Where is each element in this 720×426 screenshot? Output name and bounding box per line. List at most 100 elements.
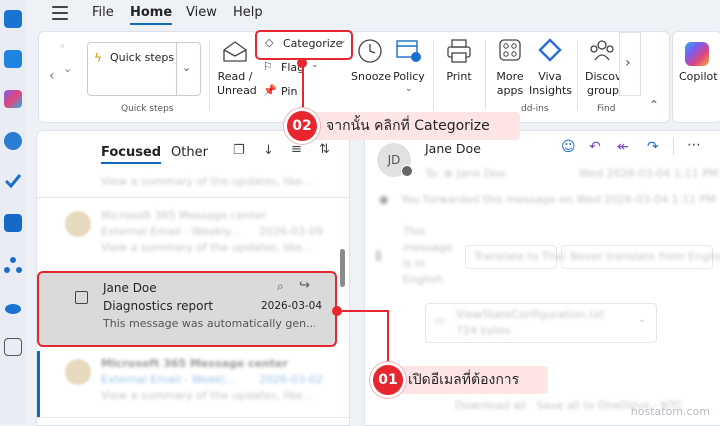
- callout-bubble-02: จากนั้น คลิกที่ Categorize: [300, 112, 520, 140]
- react-smile-icon[interactable]: ☺: [561, 139, 576, 155]
- read-unread-label-1: Read /: [217, 70, 253, 83]
- todo-icon[interactable]: [4, 172, 22, 190]
- select-mode-icon[interactable]: ❐: [233, 143, 245, 158]
- body-line: message: [403, 241, 453, 254]
- save-icon[interactable]: [4, 214, 22, 232]
- categorize-label: Categorize: [283, 37, 343, 50]
- selected-message[interactable]: Jane Doe ⌕ ↪ Diagnostics report 2026-03-…: [37, 271, 337, 347]
- menu-help[interactable]: Help: [233, 5, 263, 20]
- divider: [37, 197, 349, 198]
- reply-icon[interactable]: ↶: [589, 139, 601, 155]
- discover-groups-button[interactable]: Discov group: [583, 36, 622, 100]
- quick-steps-box[interactable]: ϟ Quick steps ⌄: [87, 42, 201, 96]
- more-apps-button[interactable]: More apps: [491, 36, 529, 100]
- menu-view[interactable]: View: [186, 5, 217, 20]
- copilot-app-icon[interactable]: [4, 90, 22, 108]
- find-group-label: Find: [597, 104, 616, 114]
- collapse-ribbon-icon[interactable]: ⌃: [649, 98, 659, 112]
- menu-home[interactable]: Home: [130, 5, 173, 25]
- top-menu: File Home View Help: [26, 0, 720, 28]
- snooze-button[interactable]: Snooze: [351, 36, 391, 100]
- message-preview: View a summary of the updates, like...: [101, 389, 313, 402]
- hamburger-icon[interactable]: [52, 6, 68, 20]
- quick-steps-dropdown-icon[interactable]: ⌄: [182, 61, 191, 74]
- forwarded-note: You forwarded this message on Wed 2026-0…: [401, 193, 716, 206]
- message-date: 2026-03-02: [259, 373, 323, 386]
- callout-dot: [297, 58, 307, 68]
- message-preview: This message was automatically gen...: [103, 317, 315, 330]
- attachment-icon: ⌕: [277, 279, 284, 293]
- pin-label: Pin: [281, 85, 298, 98]
- ribbon-separator: [577, 40, 578, 110]
- quick-steps-label: Quick steps: [110, 51, 175, 64]
- addins-group-label: dd-ins: [521, 104, 549, 114]
- attachment-name: ViewStateConfiguration.txt: [456, 308, 605, 321]
- tab-focused[interactable]: Focused: [101, 145, 162, 164]
- attachment-card[interactable]: ▭ ViewStateConfiguration.txt 724 bytes ⌄: [425, 303, 657, 343]
- quick-steps-divider: [176, 43, 177, 95]
- message-date: 2026-03-09: [259, 225, 323, 238]
- pin-button[interactable]: 📌 Pin: [261, 84, 321, 102]
- callout-badge-01: 01: [370, 362, 406, 398]
- divider: [673, 137, 674, 155]
- snooze-label: Snooze: [351, 70, 391, 83]
- mail-icon[interactable]: [4, 10, 22, 28]
- copilot-label: Copilot: [679, 70, 718, 83]
- copilot-icon: [685, 42, 709, 66]
- callout-connector: [342, 310, 388, 312]
- tag-icon: ◇: [265, 36, 274, 49]
- translate-button[interactable]: Translate to Thai: [465, 245, 565, 269]
- chevron-down-icon[interactable]: ⌄: [63, 62, 72, 75]
- sort-icon[interactable]: ⇅: [319, 142, 330, 157]
- ribbon-overflow-icon[interactable]: ◦: [59, 40, 66, 53]
- onedrive-icon[interactable]: [4, 298, 22, 316]
- jump-to-icon[interactable]: ↓: [263, 143, 274, 158]
- message-subject: External Email - Weekly...: [101, 225, 241, 238]
- never-translate-button[interactable]: Never translate from English: [561, 245, 720, 269]
- forward-icon[interactable]: ↷: [647, 139, 659, 155]
- group-people-icon: [590, 40, 614, 61]
- policy-label: Policy: [393, 70, 425, 83]
- pin-icon: 📌: [263, 84, 277, 97]
- ribbon-scroll-right[interactable]: ›: [619, 32, 641, 96]
- chevron-right-icon: ›: [625, 55, 631, 71]
- copilot-panel[interactable]: Copilot: [672, 31, 720, 123]
- body-line: is in: [403, 257, 426, 270]
- presence-icon: [401, 165, 413, 177]
- message-subject: Diagnostics report: [103, 299, 214, 313]
- attachment-size: 724 bytes: [456, 324, 511, 337]
- policy-button[interactable]: Policy ⌄: [391, 36, 427, 100]
- org-icon[interactable]: [4, 256, 22, 274]
- app-rail: [0, 0, 26, 424]
- message-sender: Microsoft 365 Message center: [101, 209, 267, 222]
- forwarded-icon: ↪: [299, 278, 310, 293]
- apps-grid-icon[interactable]: [4, 338, 22, 356]
- clock-icon: [358, 39, 382, 63]
- ribbon-scroll-left-icon[interactable]: ‹: [49, 68, 55, 84]
- select-checkbox[interactable]: [75, 291, 88, 304]
- categorize-button[interactable]: ◇ Categorize ⌄: [255, 30, 353, 60]
- list-scrollbar[interactable]: [340, 249, 345, 287]
- printer-icon: [447, 39, 471, 63]
- viva-label-2: Insights: [529, 84, 573, 97]
- apps-grid-icon: [499, 39, 521, 61]
- viva-insights-icon: [538, 38, 562, 62]
- reply-all-icon[interactable]: ↞: [617, 139, 629, 155]
- policy-icon: [396, 40, 421, 62]
- flag-button[interactable]: ⚐ Flag ⌄: [261, 60, 321, 78]
- menu-file[interactable]: File: [92, 5, 114, 20]
- print-button[interactable]: Print: [439, 36, 479, 100]
- filter-icon[interactable]: ≡: [291, 142, 302, 157]
- never-translate-label: Never translate from English: [570, 250, 720, 263]
- viva-insights-button[interactable]: Viva Insights: [529, 36, 573, 100]
- calendar-icon[interactable]: [4, 50, 22, 68]
- read-unread-button[interactable]: Read / Unread: [217, 38, 257, 102]
- message-sender: Jane Doe: [103, 281, 157, 295]
- people-icon[interactable]: [4, 132, 22, 150]
- attachment-menu-icon[interactable]: ⌄: [638, 314, 646, 325]
- watermark: hostatom.com: [630, 405, 710, 418]
- tab-other[interactable]: Other: [171, 145, 208, 160]
- more-actions-icon[interactable]: ⋯: [687, 137, 701, 153]
- policy-dropdown-icon: ⌄: [405, 84, 413, 94]
- discover-label-1: Discov: [585, 70, 622, 83]
